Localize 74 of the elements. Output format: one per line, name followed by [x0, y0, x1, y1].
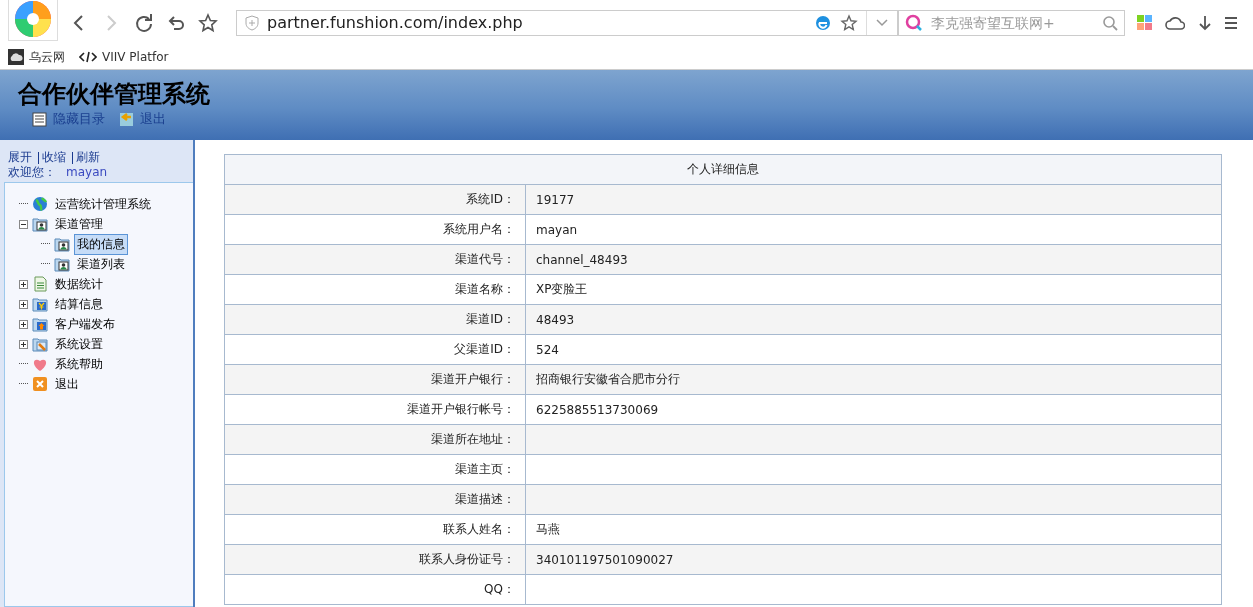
field-value: 524	[525, 334, 1222, 365]
table-title: 个人详细信息	[224, 154, 1222, 185]
field-label: 系统用户名：	[224, 214, 526, 245]
field-value: 招商银行安徽省合肥市分行	[525, 364, 1222, 395]
field-value: 48493	[525, 304, 1222, 335]
field-label: 联系人身份证号：	[224, 544, 526, 575]
code-icon	[79, 51, 97, 63]
field-label: 渠道代号：	[224, 244, 526, 275]
sidebar-action-link[interactable]: 收缩	[42, 150, 66, 165]
folder-wrench-icon	[32, 336, 48, 352]
field-label: 渠道开户银行帐号：	[224, 394, 526, 425]
field-label: 渠道开户银行：	[224, 364, 526, 395]
collapse-toggle[interactable]	[19, 219, 28, 229]
tree-item[interactable]: 客户端发布	[52, 313, 118, 335]
search-icon[interactable]	[1102, 14, 1118, 31]
field-label: 渠道名称：	[224, 274, 526, 305]
field-label: 联系人姓名：	[224, 514, 526, 545]
shield-icon	[245, 14, 259, 31]
folder-person-icon	[54, 256, 70, 272]
field-label: 渠道ID：	[224, 304, 526, 335]
document-icon	[32, 276, 48, 292]
field-value: 19177	[525, 184, 1222, 215]
username: mayan	[66, 165, 108, 180]
expand-toggle[interactable]	[19, 319, 28, 329]
menu-icon[interactable]	[1225, 14, 1237, 31]
cloud-icon	[8, 49, 24, 65]
field-value: channel_48493	[525, 244, 1222, 275]
field-value: mayan	[525, 214, 1222, 245]
folder-arrow-icon	[32, 316, 48, 332]
app-title: 合作伙伴管理系统	[18, 80, 211, 108]
field-label: 父渠道ID：	[224, 334, 526, 365]
field-label: 渠道描述：	[224, 484, 526, 515]
welcome-label: 欢迎您：	[8, 165, 56, 180]
ie-icon[interactable]	[814, 13, 832, 32]
field-value: 340101197501090027	[525, 544, 1222, 575]
tree-item[interactable]: 运营统计管理系统	[52, 193, 154, 215]
field-label: 渠道所在地址：	[224, 424, 526, 455]
sidebar-action-link[interactable]: 刷新	[76, 150, 100, 165]
field-label: 系统ID：	[224, 184, 526, 215]
close-icon	[32, 376, 48, 392]
tree-item[interactable]: 数据统计	[52, 273, 106, 295]
globe-icon	[32, 196, 48, 212]
download-icon[interactable]	[1197, 13, 1213, 32]
reload-icon[interactable]	[134, 12, 154, 33]
field-value: XP变脸王	[525, 274, 1222, 305]
expand-toggle[interactable]	[19, 279, 28, 289]
expand-toggle[interactable]	[19, 299, 28, 309]
bookmark-link[interactable]: VIIV Platfor	[79, 50, 169, 64]
tree-item[interactable]: 系统设置	[52, 333, 106, 355]
expand-toggle[interactable]	[19, 339, 28, 349]
field-label: QQ：	[224, 574, 526, 605]
sidebar-action-link[interactable]: 展开	[8, 150, 32, 165]
list-icon[interactable]	[32, 111, 47, 127]
tree-item[interactable]: 我的信息	[74, 233, 128, 255]
field-value: 马燕	[525, 514, 1222, 545]
field-value: 6225885513730069	[525, 394, 1222, 425]
cloud-icon[interactable]	[1165, 14, 1185, 31]
star-icon[interactable]	[198, 12, 218, 33]
bookmark-link[interactable]: 乌云网	[8, 48, 65, 66]
tree-item[interactable]: 结算信息	[52, 293, 106, 315]
browser-logo[interactable]	[8, 0, 58, 41]
tree-item[interactable]: 渠道管理	[52, 213, 106, 235]
field-label: 渠道主页：	[224, 454, 526, 485]
tree-item[interactable]: 系统帮助	[52, 353, 106, 375]
address-bar[interactable]: partner.funshion.com/index.php	[236, 9, 898, 36]
tree-item[interactable]: 渠道列表	[74, 253, 128, 275]
tree-item[interactable]: 退出	[52, 373, 82, 395]
search-field[interactable]: 李克强寄望互联网+	[898, 9, 1125, 36]
folder-person-icon	[54, 236, 70, 252]
folder-person-icon	[32, 216, 48, 232]
search-logo-icon	[905, 13, 923, 32]
apps-icon[interactable]	[1137, 14, 1153, 31]
star-icon[interactable]	[840, 13, 858, 32]
folder-yen-icon	[32, 296, 48, 312]
